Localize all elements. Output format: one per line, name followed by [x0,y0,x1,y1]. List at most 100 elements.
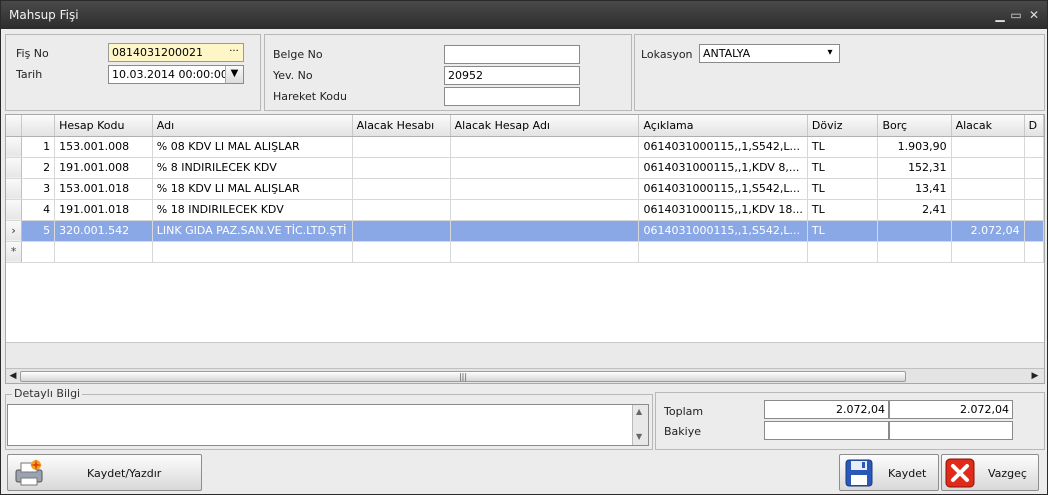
cell-d[interactable] [1024,199,1044,221]
cell-borc[interactable]: 152,31 [877,157,952,179]
scroll-down-icon[interactable]: ▼ [636,432,642,441]
cell-adi[interactable]: % 8 INDIRILECEK KDV [152,157,353,179]
cell-doviz[interactable]: TL [807,199,879,221]
cell-alacak[interactable] [951,157,1025,179]
cell-adi[interactable]: % 08 KDV LI MAL ALIŞLAR [152,136,353,158]
scroll-up-icon[interactable]: ▲ [636,407,642,416]
cell-aciklama[interactable]: 0614031000115,,1,S542,L... [638,220,808,242]
cell-alacak[interactable] [951,136,1025,158]
table-row[interactable]: › 5 320.001.542 LINK GIDA PAZ.SAN.VE TİC.LT… [6,220,1044,242]
hareket-kodu-field[interactable] [444,87,580,106]
cell-aciklama[interactable]: 0614031000115,,1,KDV 8,... [638,157,808,179]
yev-no-field[interactable]: 20952 [444,66,580,85]
header-borc[interactable]: Borç [877,115,952,137]
cell-doviz[interactable]: TL [807,136,879,158]
tarih-field[interactable]: 10.03.2014 00:00:00 ▼ [108,65,244,84]
header-alacak-hesabi[interactable]: Alacak Hesabı [352,115,451,137]
header-alacak[interactable]: Alacak [951,115,1025,137]
row-indicator[interactable]: * [6,241,23,263]
cell-alacak-hesabi[interactable] [352,157,451,179]
lokasyon-label: Lokasyon [641,48,693,61]
cell-borc[interactable] [877,241,952,263]
cell-alacak[interactable] [951,241,1025,263]
scroll-left-icon[interactable]: ◀ [6,370,20,383]
cell-adi[interactable] [152,241,353,263]
cell-alacak[interactable]: 2.072,04 [951,220,1025,242]
cell-doviz[interactable]: TL [807,157,879,179]
row-number: 1 [21,136,56,158]
cell-d[interactable] [1024,241,1044,263]
cell-d[interactable] [1024,178,1044,200]
cell-hesap-kodu[interactable]: 191.001.008 [54,157,153,179]
header-hesap-kodu[interactable]: Hesap Kodu [54,115,153,137]
cell-d[interactable] [1024,136,1044,158]
date-dropdown-icon[interactable]: ▼ [225,66,243,83]
cell-alacak[interactable] [951,178,1025,200]
memo-scrollbar[interactable]: ▲ ▼ [632,405,648,445]
cell-adi[interactable]: % 18 INDIRILECEK KDV [152,199,353,221]
cell-adi[interactable]: LINK GIDA PAZ.SAN.VE TİC.LTD.ŞTİ [152,220,353,242]
cell-hesap-kodu[interactable]: 153.001.008 [54,136,153,158]
maximize-icon[interactable]: ▭ [1007,6,1025,24]
cell-alacak-hesap-adi[interactable] [450,199,640,221]
cell-adi[interactable]: % 18 KDV LI MAL ALIŞLAR [152,178,353,200]
journal-grid[interactable]: Hesap Kodu Adı Alacak Hesabı Alacak Hesa… [5,114,1045,384]
cell-aciklama[interactable]: 0614031000115,,1,S542,L... [638,136,808,158]
cell-doviz[interactable]: TL [807,178,879,200]
cell-doviz[interactable] [807,241,879,263]
horizontal-scrollbar[interactable]: ◀ ||| ▶ [6,368,1044,383]
row-indicator[interactable] [6,199,23,221]
save-button[interactable]: Kaydet [839,454,939,491]
cell-aciklama[interactable] [638,241,808,263]
cell-hesap-kodu[interactable]: 320.001.542 [54,220,153,242]
cell-doviz[interactable]: TL [807,220,879,242]
row-indicator[interactable] [6,157,23,179]
header-alacak-hesap-adi[interactable]: Alacak Hesap Adı [450,115,640,137]
cell-d[interactable] [1024,220,1044,242]
cell-hesap-kodu[interactable] [54,241,153,263]
cell-alacak-hesabi[interactable] [352,241,451,263]
header-aciklama[interactable]: Açıklama [638,115,808,137]
cell-hesap-kodu[interactable]: 191.001.018 [54,199,153,221]
cell-alacak-hesabi[interactable] [352,199,451,221]
cell-alacak-hesabi[interactable] [352,136,451,158]
cell-borc[interactable]: 13,41 [877,178,952,200]
scroll-right-icon[interactable]: ▶ [1028,370,1042,383]
table-row[interactable]: * [6,241,1044,263]
save-print-button[interactable]: Kaydet/Yazdır [7,454,202,491]
table-row[interactable]: 4 191.001.018% 18 INDIRILECEK KDV 06140310… [6,199,1044,221]
table-row[interactable]: 1 153.001.008% 08 KDV LI MAL ALIŞLAR 06140… [6,136,1044,158]
chevron-down-icon[interactable]: ▾ [821,45,839,62]
header-d[interactable]: D [1024,115,1044,137]
cell-alacak[interactable] [951,199,1025,221]
cancel-button[interactable]: Vazgeç [941,454,1039,491]
row-indicator[interactable] [6,136,23,158]
cell-borc[interactable]: 1.903,90 [877,136,952,158]
cell-aciklama[interactable]: 0614031000115,,1,S542,L... [638,178,808,200]
fis-no-field[interactable]: 0814031200021 ··· [108,43,244,62]
cell-borc[interactable]: 2,41 [877,199,952,221]
cell-alacak-hesap-adi[interactable] [450,220,640,242]
detail-memo[interactable]: ▲ ▼ [7,404,649,446]
close-icon[interactable]: ✕ [1025,6,1043,24]
table-row[interactable]: 3 153.001.018% 18 KDV LI MAL ALIŞLAR 06140… [6,178,1044,200]
cell-hesap-kodu[interactable]: 153.001.018 [54,178,153,200]
header-doviz[interactable]: Döviz [807,115,879,137]
table-row[interactable]: 2 191.001.008% 8 INDIRILECEK KDV 061403100… [6,157,1044,179]
cell-alacak-hesap-adi[interactable] [450,178,640,200]
row-indicator[interactable] [6,178,23,200]
lokasyon-select[interactable]: ANTALYA ▾ [699,44,840,63]
cell-alacak-hesabi[interactable] [352,178,451,200]
belge-no-field[interactable] [444,45,580,64]
cell-alacak-hesap-adi[interactable] [450,136,640,158]
scroll-thumb[interactable]: ||| [20,371,906,382]
ellipsis-button[interactable]: ··· [225,44,243,61]
cell-d[interactable] [1024,157,1044,179]
row-indicator[interactable]: › [6,220,23,242]
cell-alacak-hesap-adi[interactable] [450,241,640,263]
cell-aciklama[interactable]: 0614031000115,,1,KDV 18... [638,199,808,221]
header-adi[interactable]: Adı [152,115,353,137]
cell-alacak-hesap-adi[interactable] [450,157,640,179]
cell-borc[interactable] [877,220,952,242]
cell-alacak-hesabi[interactable] [352,220,451,242]
